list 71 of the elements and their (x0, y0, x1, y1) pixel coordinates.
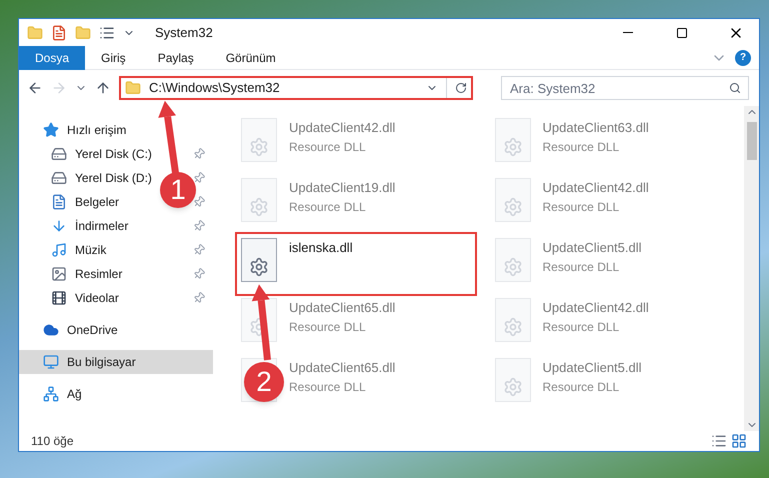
dll-file-icon (241, 118, 277, 162)
large-icons-view-icon[interactable] (731, 433, 747, 449)
ribbon-tab[interactable]: Giriş (85, 46, 142, 70)
file-type: Resource DLL (289, 378, 367, 396)
file-name: UpdateClient19.dll (289, 179, 396, 197)
item-count: 110 öğe (31, 433, 74, 450)
file-name: UpdateClient63.dll (542, 119, 649, 137)
cloud-icon (43, 322, 59, 338)
sidebar-item[interactable]: Müzik (51, 241, 106, 259)
network-icon (43, 386, 59, 402)
dll-file-icon (494, 118, 530, 162)
dll-file-icon (494, 238, 530, 282)
drive-icon (51, 146, 67, 162)
file-name: UpdateClient65.dll (289, 359, 396, 377)
file-name: UpdateClient42.dll (542, 179, 649, 197)
sidebar-item[interactable]: İndirmeler (51, 217, 128, 235)
film-icon (51, 290, 67, 306)
file-type: Resource DLL (289, 198, 367, 216)
ribbon-tab[interactable]: Görünüm (210, 46, 292, 70)
file-type: Resource DLL (542, 258, 620, 276)
file-type: Resource DLL (542, 138, 620, 156)
star-icon (43, 122, 59, 138)
view-icon[interactable] (99, 24, 115, 40)
maximize-icon (676, 26, 688, 38)
search-icon[interactable] (729, 82, 741, 94)
refresh-icon[interactable] (455, 82, 467, 94)
dll-file-icon (241, 178, 277, 222)
address-bar[interactable]: C:\Windows\System32 (119, 76, 473, 100)
dll-file-icon (494, 178, 530, 222)
ribbon-tab[interactable]: Paylaş (142, 46, 210, 70)
sidebar-item[interactable]: OneDrive (43, 321, 118, 339)
monitor-icon (43, 354, 59, 370)
dll-file-icon (241, 238, 277, 282)
document-icon (51, 194, 67, 210)
sidebar-item[interactable]: Bu bilgisayar (43, 353, 136, 371)
sidebar-item[interactable]: Resimler (51, 265, 122, 283)
file-name: UpdateClient42.dll (542, 299, 649, 317)
window-title: System32 (155, 24, 213, 42)
file-name: islenska.dll (289, 239, 353, 257)
folder-icon (125, 80, 141, 96)
help-button[interactable]: ? (735, 50, 751, 66)
properties-icon[interactable] (51, 24, 67, 40)
dll-file-icon (494, 358, 530, 402)
sidebar-item[interactable]: Hızlı erişim (43, 121, 126, 139)
file-type: Resource DLL (542, 318, 620, 336)
minimize-icon (623, 32, 633, 33)
scrollbar-thumb[interactable] (746, 122, 756, 160)
file-name: UpdateClient5.dll (542, 239, 642, 257)
up-icon[interactable] (95, 80, 111, 96)
back-icon[interactable] (27, 80, 43, 96)
sidebar-item[interactable]: Belgeler (51, 193, 120, 211)
drive-icon (51, 170, 67, 186)
picture-icon (51, 266, 67, 282)
ribbon-tab[interactable]: Dosya (19, 46, 86, 70)
file-type: Resource DLL (542, 198, 620, 216)
selection-frame[interactable]: islenska.dll (237, 234, 474, 294)
file-name: UpdateClient42.dll (289, 119, 396, 137)
dll-file-icon (494, 298, 530, 342)
search-field[interactable]: Ara: System32 (501, 76, 749, 100)
file-type: Resource DLL (542, 378, 620, 396)
file-name: UpdateClient65.dll (289, 299, 396, 317)
sidebar-item[interactable]: Ağ (43, 385, 82, 403)
file-type: Resource DLL (289, 318, 367, 336)
details-view-icon[interactable] (711, 433, 727, 449)
file-type: Resource DLL (289, 138, 367, 156)
sidebar-item[interactable]: Videolar (51, 289, 119, 307)
music-note-icon (51, 242, 67, 258)
sidebar-item[interactable]: Yerel Disk (C:) (51, 145, 152, 163)
file-name: UpdateClient5.dll (542, 359, 642, 377)
sidebar-item[interactable]: Yerel Disk (D:) (51, 169, 152, 187)
scrollbar[interactable] (744, 106, 759, 431)
